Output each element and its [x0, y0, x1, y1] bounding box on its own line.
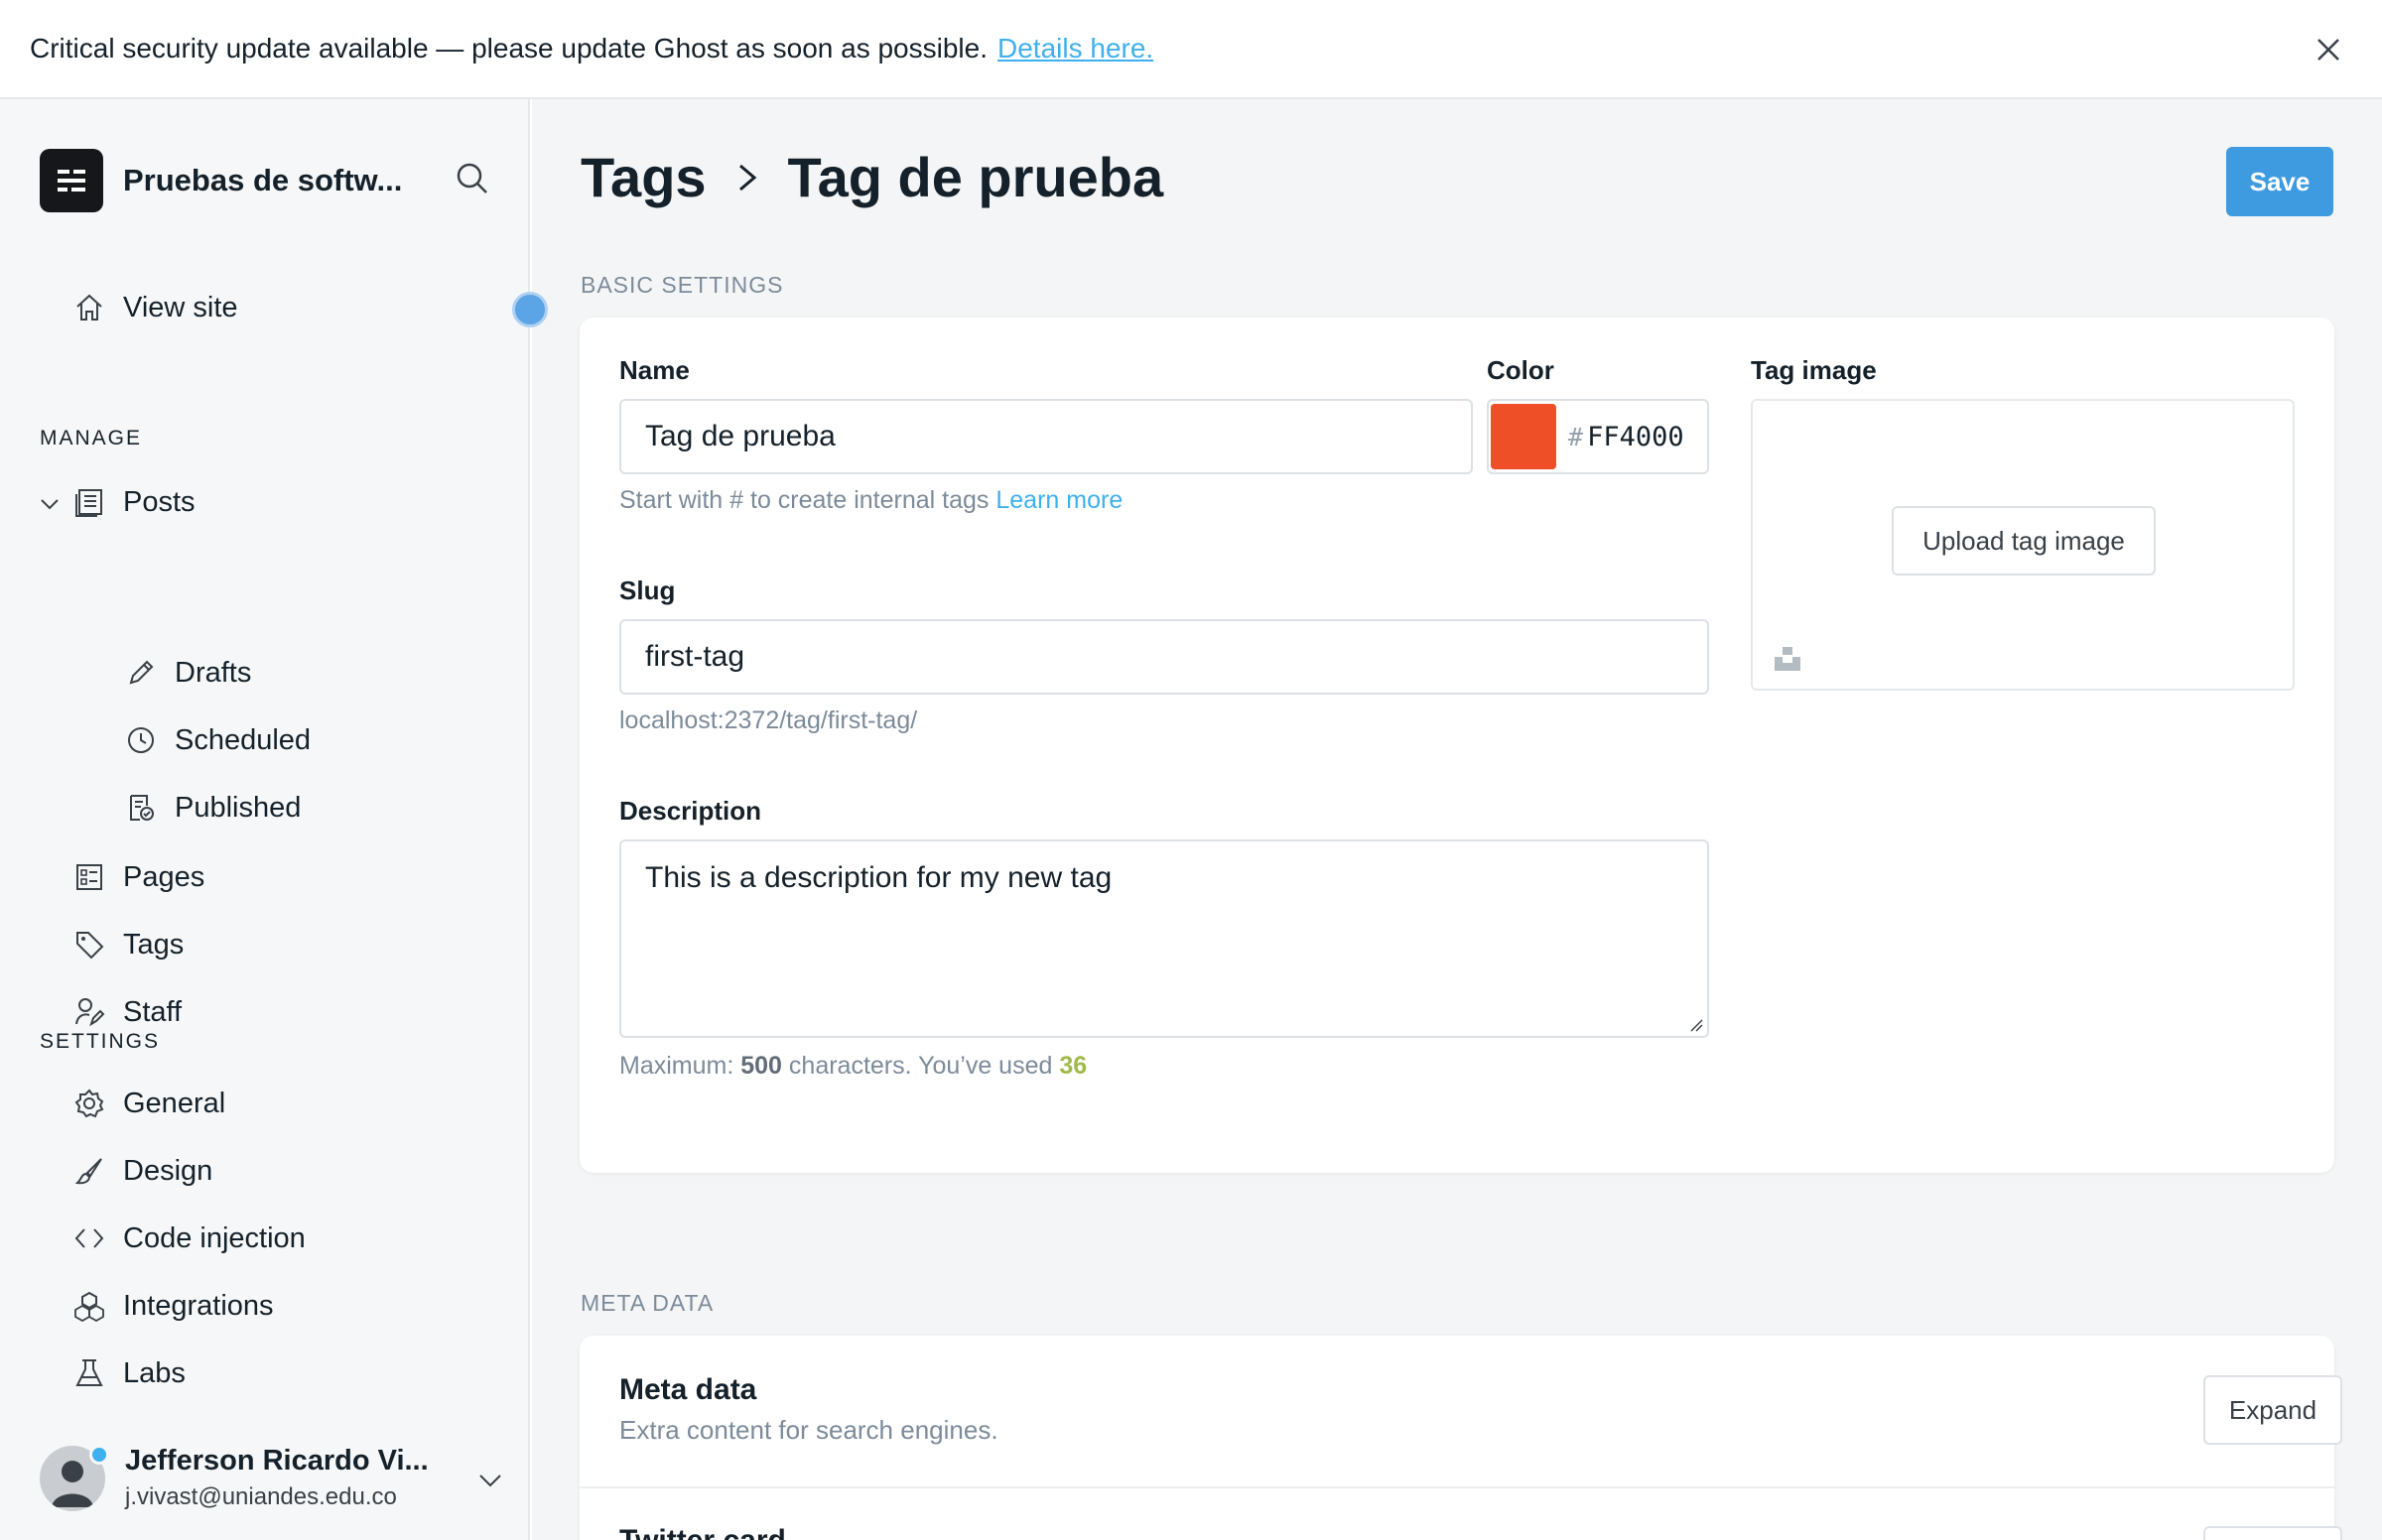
description-counter: Maximum: 500 characters. You’ve used 36 — [619, 1052, 1087, 1081]
sidebar-item-label: Drafts — [175, 656, 252, 689]
ghost-logo-icon — [40, 149, 103, 212]
sidebar-item-drafts[interactable]: Drafts — [123, 655, 251, 691]
hex-hash: # — [1568, 422, 1584, 451]
breadcrumb: Tags Tag de prueba — [581, 145, 1163, 209]
flask-icon — [71, 1355, 107, 1391]
meta-data-subtitle: Extra content for search engines. — [619, 1415, 998, 1445]
search-icon[interactable] — [453, 159, 492, 198]
resize-handle-icon[interactable] — [1689, 1018, 1703, 1032]
sidebar-item-label: Pages — [123, 860, 205, 893]
chevron-down-icon[interactable] — [38, 492, 62, 516]
upload-tag-image-button[interactable]: Upload tag image — [1892, 506, 2156, 576]
banner-details-link[interactable]: Details here. — [997, 33, 1153, 64]
chevron-down-icon[interactable] — [474, 1465, 506, 1496]
sidebar-item-label: General — [123, 1087, 226, 1119]
desc-max: 500 — [740, 1052, 782, 1080]
pencil-icon — [123, 655, 159, 691]
meta-data-title: Meta data — [619, 1373, 757, 1406]
code-icon — [71, 1220, 107, 1256]
user-email: j.vivast@uniandes.edu.co — [125, 1483, 397, 1510]
sidebar-item-integrations[interactable]: Integrations — [71, 1288, 274, 1324]
sidebar-item-label: Posts — [123, 485, 196, 518]
main-content: Tags Tag de prueba Save BASIC SETTINGS N… — [532, 99, 2382, 1540]
chevron-right-icon — [738, 164, 756, 191]
sidebar-item-label: Published — [175, 791, 302, 824]
desc-hint-prefix: Maximum: — [619, 1052, 734, 1080]
tag-icon — [71, 927, 107, 962]
slug-field[interactable]: first-tag — [619, 619, 1709, 695]
color-hex-input[interactable]: FF4000 — [1587, 422, 1684, 452]
expand-meta-button[interactable]: Expand — [2203, 1375, 2342, 1445]
tag-image-dropzone[interactable]: Upload tag image — [1751, 399, 2295, 691]
sidebar-item-code-injection[interactable]: Code injection — [71, 1220, 306, 1256]
brush-icon — [71, 1153, 107, 1189]
page-title: Tag de prueba — [787, 146, 1164, 208]
tag-image-label: Tag image — [1751, 355, 1877, 385]
color-label: Color — [1487, 355, 1554, 385]
color-field[interactable]: # FF4000 — [1487, 399, 1709, 474]
sidebar-item-label: Design — [123, 1154, 213, 1187]
desc-used: 36 — [1059, 1052, 1088, 1080]
clock-icon — [123, 722, 159, 758]
view-site-link[interactable]: View site — [71, 290, 238, 325]
close-icon[interactable] — [2309, 30, 2348, 69]
name-label: Name — [619, 355, 690, 385]
sidebar-item-pages[interactable]: Pages — [71, 859, 204, 895]
user-name: Jefferson Ricardo Vi... — [125, 1445, 429, 1476]
settings-section-label: SETTINGS — [40, 1030, 161, 1053]
sidebar-item-scheduled[interactable]: Scheduled — [123, 722, 311, 758]
sidebar-item-published[interactable]: Published — [123, 790, 301, 826]
pages-icon — [71, 859, 107, 895]
basic-settings-title: BASIC SETTINGS — [581, 272, 784, 298]
online-status-dot — [89, 1445, 109, 1465]
desc-hint-mid: characters. You’ve used — [788, 1052, 1053, 1080]
user-menu[interactable]: Jefferson Ricardo Vi... j.vivast@uniande… — [40, 1445, 506, 1511]
name-hint: Start with # to create internal tags Lea… — [619, 486, 1123, 515]
slug-label: Slug — [619, 576, 676, 605]
learn-more-link[interactable]: Learn more — [995, 486, 1123, 514]
twitter-card-title: Twitter card — [619, 1524, 786, 1540]
breadcrumb-parent-link[interactable]: Tags — [581, 145, 707, 209]
meta-data-section-title: META DATA — [581, 1290, 715, 1316]
sidebar-item-staff[interactable]: Staff — [71, 994, 182, 1030]
slug-url: localhost:2372/tag/first-tag/ — [619, 706, 918, 734]
sidebar: Pruebas de softw... View site MANAGE Pos… — [0, 99, 530, 1540]
sidebar-item-design[interactable]: Design — [71, 1153, 212, 1189]
security-banner: Critical security update available — ple… — [0, 0, 2382, 99]
posts-icon — [71, 484, 107, 520]
sidebar-item-label: Scheduled — [175, 723, 312, 756]
home-icon — [71, 290, 107, 325]
sidebar-item-label: Code injection — [123, 1221, 306, 1254]
description-text: This is a description for my new tag — [645, 861, 1113, 894]
sidebar-item-labs[interactable]: Labs — [71, 1355, 186, 1391]
unsplash-icon[interactable] — [1773, 643, 1802, 673]
sidebar-item-label: Staff — [123, 995, 183, 1028]
staff-icon — [71, 994, 107, 1030]
sidebar-item-general[interactable]: General — [71, 1086, 225, 1121]
description-field[interactable]: This is a description for my new tag — [619, 839, 1709, 1038]
basic-settings-card: Name Tag de prueba Start with # to creat… — [580, 318, 2334, 1173]
published-icon — [123, 790, 159, 826]
name-field[interactable]: Tag de prueba — [619, 399, 1473, 474]
divider — [580, 1486, 2334, 1488]
meta-data-card: Meta data Extra content for search engin… — [580, 1336, 2342, 1540]
description-label: Description — [619, 796, 762, 826]
sidebar-item-posts[interactable]: Posts — [71, 484, 196, 520]
gear-icon — [71, 1086, 107, 1121]
expand-twitter-button[interactable]: Expand — [2203, 1526, 2342, 1540]
color-swatch[interactable] — [1491, 404, 1556, 469]
banner-text: Critical security update available — ple… — [30, 33, 988, 64]
sidebar-item-label: Tags — [123, 928, 185, 961]
integrations-icon — [71, 1288, 107, 1324]
sidebar-item-label: Integrations — [123, 1289, 274, 1322]
view-site-label: View site — [123, 291, 238, 323]
sidebar-item-tags[interactable]: Tags — [71, 927, 184, 962]
sidebar-item-label: Labs — [123, 1356, 186, 1389]
site-name: Pruebas de softw... — [123, 163, 403, 197]
name-hint-text: Start with # to create internal tags — [619, 486, 990, 514]
sidebar-resize-handle[interactable] — [512, 292, 548, 327]
manage-section-label: MANAGE — [40, 427, 143, 449]
save-button[interactable]: Save — [2226, 147, 2333, 216]
site-brand[interactable]: Pruebas de softw... — [40, 149, 402, 212]
